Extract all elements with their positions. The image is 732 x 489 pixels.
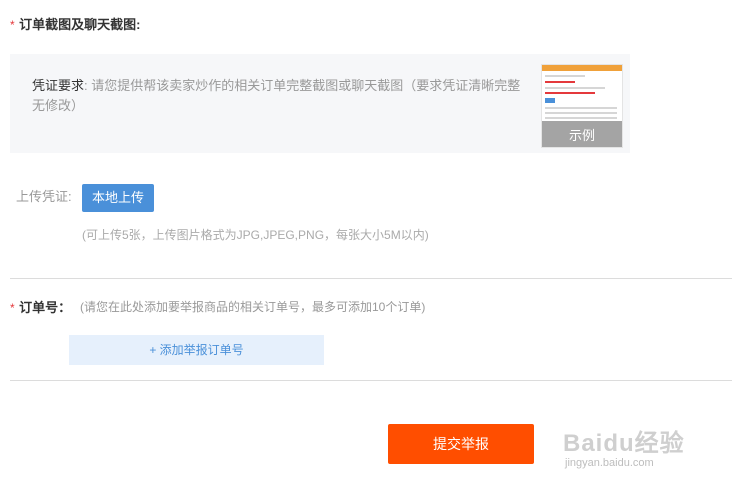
thumb-line [545, 87, 605, 89]
required-mark: * [10, 301, 15, 315]
thumb-line [545, 75, 585, 77]
baidu-watermark: Baidu经验 jingyan.baidu.com [563, 411, 723, 477]
divider [10, 380, 732, 381]
requirement-text: 凭证要求: 请您提供帮该卖家炒作的相关订单完整截图或聊天截图（要求凭证清晰完整无… [32, 76, 527, 116]
order-hint: (请您在此处添加要举报商品的相关订单号，最多可添加10个订单) [80, 300, 426, 314]
upload-label: 上传凭证: [16, 189, 72, 204]
watermark-main: Baidu经验 [563, 430, 685, 457]
thumb-line [545, 112, 617, 114]
thumb-line [545, 117, 617, 119]
requirement-description: : 请您提供帮该卖家炒作的相关订单完整截图或聊天截图（要求凭证清晰完整无修改） [32, 78, 521, 113]
divider [10, 278, 732, 279]
thumb-line [545, 107, 617, 109]
thumb-line [545, 92, 595, 94]
evidence-title-text: 订单截图及聊天截图: [19, 17, 141, 32]
local-upload-button[interactable]: 本地上传 [82, 184, 154, 212]
thumb-line [545, 81, 575, 83]
submit-report-button[interactable]: 提交举报 [388, 424, 534, 464]
order-title-text: 订单号： [19, 300, 72, 315]
evidence-section-title: * 订单截图及聊天截图: [10, 14, 140, 34]
thumb-header-bar [542, 65, 622, 71]
thumb-logo [545, 98, 555, 103]
add-order-number-button[interactable]: + 添加举报订单号 [69, 335, 324, 365]
required-mark: * [10, 18, 15, 32]
requirement-label: 凭证要求 [32, 78, 85, 93]
order-section-title: * 订单号： [10, 297, 71, 317]
upload-hint: (可上传5张，上传图片格式为JPG,JPEG,PNG，每张大小5M以内) [82, 228, 429, 242]
example-caption: 示例 [568, 128, 595, 143]
example-thumbnail[interactable]: 示例 [541, 64, 623, 148]
watermark-sub: jingyan.baidu.com [565, 457, 654, 469]
